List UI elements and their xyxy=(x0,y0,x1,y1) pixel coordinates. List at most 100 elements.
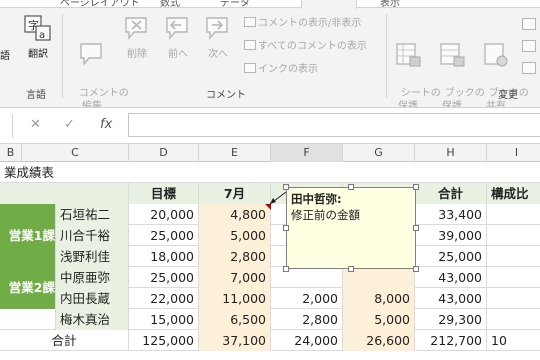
formula-input[interactable] xyxy=(128,113,540,137)
resize-handle[interactable] xyxy=(283,184,289,190)
group-changes-label: 変更 xyxy=(498,90,518,101)
protect-share-icon[interactable] xyxy=(522,18,536,30)
cell-ratio[interactable] xyxy=(487,204,540,225)
function-icon[interactable]: fx xyxy=(100,117,112,132)
comment-box[interactable]: 田中哲弥: 修正前の金額 xyxy=(286,187,416,269)
cell-name[interactable]: 川合千裕 xyxy=(56,225,129,246)
cell-group-empty[interactable] xyxy=(0,309,56,330)
header-empty[interactable] xyxy=(0,183,129,204)
column-header-f[interactable]: F xyxy=(271,144,343,162)
cell-name[interactable]: 内田長蔵 xyxy=(56,288,129,309)
total-target[interactable]: 125,000 xyxy=(129,330,199,351)
resize-handle[interactable] xyxy=(348,266,354,272)
protect-workbook-button[interactable]: ブックの 保護 xyxy=(432,14,485,107)
cell-ratio[interactable] xyxy=(487,225,540,246)
cell-target[interactable]: 25,000 xyxy=(129,267,199,288)
worksheet-grid: B C D E F G H I 業成績表 目標 7月 8月 9月 合計 構成比 … xyxy=(0,144,540,360)
column-header-h[interactable]: H xyxy=(415,144,487,162)
tab-data[interactable]: データ xyxy=(220,0,250,9)
cell-total[interactable]: 29,300 xyxy=(415,309,487,330)
cell-total[interactable]: 43,000 xyxy=(415,267,487,288)
cell-september[interactable]: 8,000 xyxy=(343,288,415,309)
cell-july[interactable]: 4,800 xyxy=(199,204,271,225)
track-changes-icon[interactable] xyxy=(522,62,536,74)
cell-august[interactable]: 2,000 xyxy=(271,288,343,309)
total-august[interactable]: 24,000 xyxy=(271,330,343,351)
cell-name[interactable]: 中原亜弥 xyxy=(56,267,129,288)
protect-sheet-button[interactable]: シートの 保護 xyxy=(388,14,441,107)
edit-comment-button[interactable]: コメントの 編集 xyxy=(66,14,129,107)
allow-edit-ranges-icon[interactable] xyxy=(522,40,536,52)
show-hide-comment-label: コメントの表示/非表示 xyxy=(258,18,362,29)
cell-ratio[interactable] xyxy=(487,246,540,267)
cell-july[interactable]: 6,500 xyxy=(199,309,271,330)
cell-total[interactable]: 33,400 xyxy=(415,204,487,225)
cell-total[interactable]: 39,000 xyxy=(415,225,487,246)
show-ink-button[interactable]: インクの表示 xyxy=(244,63,318,77)
header-target[interactable]: 目標 xyxy=(129,183,199,204)
tab-review[interactable] xyxy=(301,0,357,9)
cell-ratio[interactable] xyxy=(487,267,540,288)
next-comment-button[interactable]: 次へ xyxy=(200,14,236,61)
column-header-i[interactable]: I xyxy=(487,144,540,162)
resize-handle[interactable] xyxy=(283,225,289,231)
total-total[interactable]: 212,700 xyxy=(415,330,487,351)
tab-view[interactable]: 表示 xyxy=(380,0,400,9)
total-label[interactable]: 合計 xyxy=(0,330,129,351)
cell-ratio[interactable] xyxy=(487,309,540,330)
group-sales1[interactable]: 営業1課 xyxy=(0,204,56,267)
column-header-e[interactable]: E xyxy=(199,144,271,162)
resize-handle[interactable] xyxy=(413,184,419,190)
resize-handle[interactable] xyxy=(348,184,354,190)
cell-target[interactable]: 18,000 xyxy=(129,246,199,267)
cell-target[interactable]: 25,000 xyxy=(129,225,199,246)
previous-comment-button[interactable]: 前へ xyxy=(160,14,196,61)
column-header-c[interactable]: C xyxy=(22,144,129,162)
header-july[interactable]: 7月 xyxy=(199,183,271,204)
resize-handle[interactable] xyxy=(413,266,419,272)
cell-name[interactable]: 浅野利佳 xyxy=(56,246,129,267)
comment-text[interactable]: 修正前の金額 xyxy=(291,207,411,223)
tab-page-layout[interactable]: ページレイアウト xyxy=(60,0,140,9)
show-all-comments-button[interactable]: すべてのコメントの表示 xyxy=(244,40,367,54)
cell-name[interactable]: 石垣祐二 xyxy=(56,204,129,225)
enter-icon[interactable]: ✓ xyxy=(64,117,75,132)
group-sales2[interactable]: 営業2課 xyxy=(0,267,56,309)
total-ratio[interactable]: 10 xyxy=(487,330,540,351)
cell-name[interactable]: 梅木真治 xyxy=(56,309,129,330)
column-header-d[interactable]: D xyxy=(129,144,199,162)
cell-july[interactable]: 2,800 xyxy=(199,246,271,267)
translate-button[interactable]: 字 a 翻訳 xyxy=(20,14,56,61)
cell-july[interactable]: 11,000 xyxy=(199,288,271,309)
cell-july[interactable]: 5,000 xyxy=(199,225,271,246)
total-september[interactable]: 26,600 xyxy=(343,330,415,351)
cell-target[interactable]: 15,000 xyxy=(129,309,199,330)
edit-comment-label: コメントの 編集 xyxy=(78,88,129,108)
cell-target[interactable]: 20,000 xyxy=(129,204,199,225)
header-total[interactable]: 合計 xyxy=(415,183,487,204)
cell-august[interactable]: 2,800 xyxy=(271,309,343,330)
cell-ratio[interactable] xyxy=(487,288,540,309)
resize-handle[interactable] xyxy=(413,225,419,231)
tab-formulas[interactable]: 数式 xyxy=(160,0,180,9)
cell-target[interactable]: 22,000 xyxy=(129,288,199,309)
delete-comment-button[interactable]: 削除 xyxy=(120,14,154,61)
table-row-total: 合計 125,000 37,100 24,000 26,600 212,700 … xyxy=(0,330,540,351)
cell-july[interactable]: 7,000 xyxy=(199,267,271,288)
sheet-title[interactable]: 業成績表 xyxy=(0,162,129,183)
delete-comment-label: 削除 xyxy=(127,49,147,60)
column-header-b[interactable]: B xyxy=(0,144,22,162)
cell-august[interactable] xyxy=(271,267,343,288)
resize-handle[interactable] xyxy=(283,266,289,272)
total-july[interactable]: 37,100 xyxy=(199,330,271,351)
table-row: 浅野利佳 18,000 2,800 25,000 xyxy=(0,246,540,267)
header-ratio[interactable]: 構成比 xyxy=(487,183,540,204)
table-row: 業成績表 xyxy=(0,162,540,183)
cell-september[interactable]: 5,000 xyxy=(343,309,415,330)
cell-total[interactable]: 25,000 xyxy=(415,246,487,267)
show-hide-comment-button[interactable]: コメントの表示/非表示 xyxy=(244,17,361,31)
cancel-icon[interactable]: ✕ xyxy=(30,117,41,132)
formula-bar: ✕ ✓ fx xyxy=(0,108,540,144)
column-header-g[interactable]: G xyxy=(343,144,415,162)
cell-total[interactable]: 43,000 xyxy=(415,288,487,309)
